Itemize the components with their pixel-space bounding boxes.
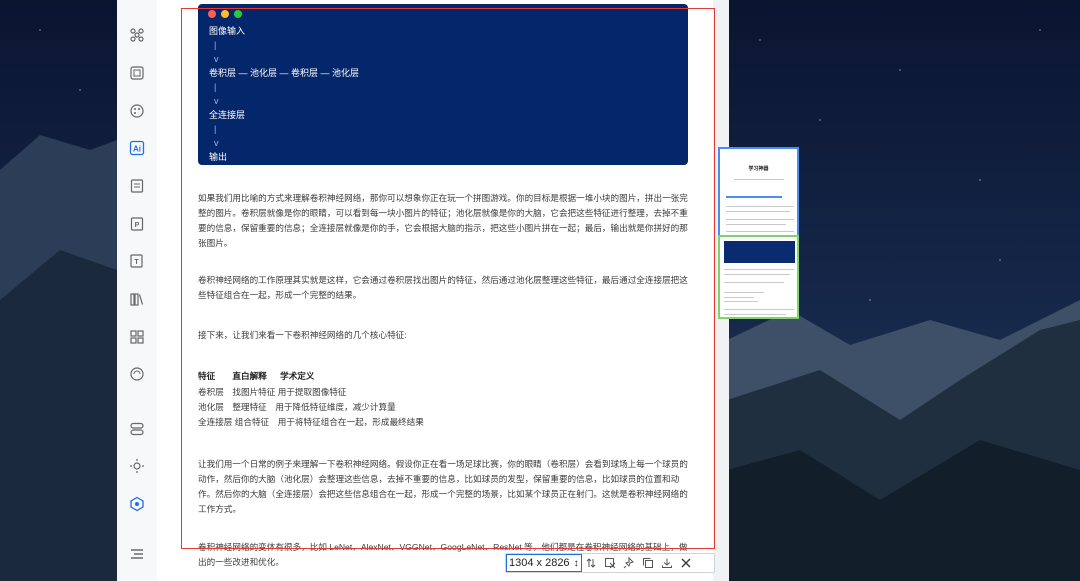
copy-icon[interactable] <box>639 554 658 572</box>
apps-grid-icon[interactable] <box>127 25 147 45</box>
pdf-icon[interactable]: P <box>127 214 147 234</box>
refresh-icon[interactable] <box>127 364 147 384</box>
crop-cancel-icon[interactable] <box>601 554 620 572</box>
pin-icon[interactable] <box>620 554 639 572</box>
svg-text:P: P <box>135 222 140 229</box>
grid-icon[interactable] <box>127 327 147 347</box>
minimap-title: 学习神器 <box>748 166 769 172</box>
books-icon[interactable] <box>127 289 147 309</box>
sort-icon[interactable] <box>582 554 601 572</box>
dimension-text: 1304 x 2826 <box>509 557 570 569</box>
svg-text:T: T <box>134 259 139 266</box>
palette-icon[interactable] <box>127 101 147 121</box>
resize-arrows-icon: ↕ <box>573 557 579 569</box>
download-icon[interactable] <box>658 554 677 572</box>
svg-text:Ai: Ai <box>133 145 141 154</box>
minimap-viewport-thumbnail[interactable] <box>718 235 799 319</box>
document-icon[interactable] <box>127 176 147 196</box>
capture-selection-frame[interactable] <box>181 8 715 549</box>
capture-toolbar: 1304 x 2826 ↕ <box>505 553 715 573</box>
minimap-page-thumbnail[interactable]: 学习神器 <box>718 147 799 237</box>
hexagon-icon[interactable] <box>127 494 147 514</box>
text-edit-icon[interactable]: T <box>127 251 147 271</box>
dimension-readout[interactable]: 1304 x 2826 ↕ <box>506 554 582 572</box>
collapse-menu-icon[interactable] <box>127 544 147 564</box>
note-icon[interactable] <box>127 63 147 83</box>
toggle-icon[interactable] <box>127 419 147 439</box>
brightness-icon[interactable] <box>127 456 147 476</box>
close-icon[interactable] <box>677 554 696 572</box>
app-sidebar: Ai P T <box>117 0 158 581</box>
ai-icon[interactable]: Ai <box>127 138 147 158</box>
